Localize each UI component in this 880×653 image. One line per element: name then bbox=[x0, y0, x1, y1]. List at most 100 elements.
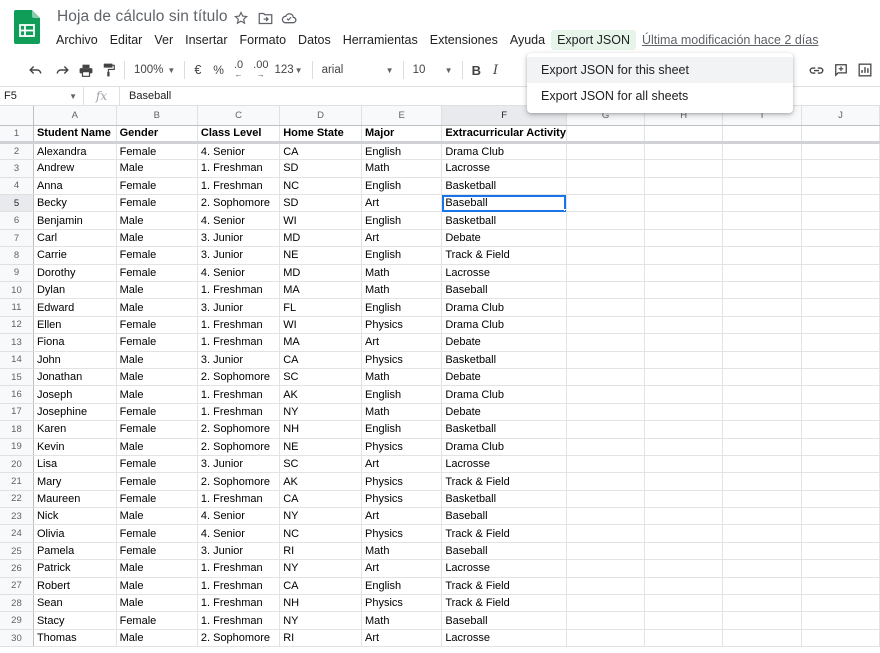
cell-g30[interactable] bbox=[566, 629, 646, 648]
cell-c11[interactable]: 3. Junior bbox=[197, 298, 281, 317]
currency-button[interactable]: € bbox=[191, 58, 204, 82]
cell-f17[interactable]: Debate bbox=[441, 403, 567, 422]
cell-a23[interactable]: Nick bbox=[33, 507, 117, 526]
cell-b2[interactable]: Female bbox=[116, 142, 198, 161]
cell-j11[interactable] bbox=[801, 298, 880, 317]
cell-d16[interactable]: AK bbox=[279, 385, 362, 404]
cell-d5[interactable]: SD bbox=[279, 194, 362, 213]
row-header[interactable]: 15 bbox=[0, 368, 34, 387]
cell-i4[interactable] bbox=[722, 177, 802, 196]
cell-g20[interactable] bbox=[566, 455, 646, 474]
cell-j20[interactable] bbox=[801, 455, 880, 474]
cell-c21[interactable]: 2. Sophomore bbox=[197, 472, 281, 491]
row-header[interactable]: 16 bbox=[0, 385, 34, 404]
cell-d15[interactable]: SC bbox=[279, 368, 362, 387]
cell-e22[interactable]: Physics bbox=[361, 490, 443, 509]
cell-a30[interactable]: Thomas bbox=[33, 629, 117, 648]
cell-d20[interactable]: SC bbox=[279, 455, 362, 474]
cell-i13[interactable] bbox=[722, 333, 802, 352]
cell-i25[interactable] bbox=[722, 542, 802, 561]
cell-j16[interactable] bbox=[801, 385, 880, 404]
cell-d7[interactable]: MD bbox=[279, 229, 362, 248]
cell-g15[interactable] bbox=[566, 368, 646, 387]
cell-j15[interactable] bbox=[801, 368, 880, 387]
cell-h10[interactable] bbox=[644, 281, 724, 300]
cell-b12[interactable]: Female bbox=[116, 316, 198, 335]
cell-a20[interactable]: Lisa bbox=[33, 455, 117, 474]
column-header-a[interactable]: A bbox=[33, 106, 117, 126]
cell-j28[interactable] bbox=[801, 594, 880, 613]
cell-b15[interactable]: Male bbox=[116, 368, 198, 387]
cell-b25[interactable]: Female bbox=[116, 542, 198, 561]
cell-f16[interactable]: Drama Club bbox=[441, 385, 567, 404]
menu-export-json[interactable]: Export JSON bbox=[551, 30, 636, 50]
cell-g25[interactable] bbox=[566, 542, 646, 561]
cell-h28[interactable] bbox=[644, 594, 724, 613]
cell-g16[interactable] bbox=[566, 385, 646, 404]
cell-c24[interactable]: 4. Senior bbox=[197, 524, 281, 543]
cell-c1[interactable]: Class Level bbox=[197, 125, 281, 144]
cell-c15[interactable]: 2. Sophomore bbox=[197, 368, 281, 387]
row-header[interactable]: 7 bbox=[0, 229, 34, 248]
cell-j7[interactable] bbox=[801, 229, 880, 248]
cell-e10[interactable]: Math bbox=[361, 281, 443, 300]
cell-d27[interactable]: CA bbox=[279, 577, 362, 596]
cell-g11[interactable] bbox=[566, 298, 646, 317]
cell-b24[interactable]: Female bbox=[116, 524, 198, 543]
cell-c14[interactable]: 3. Junior bbox=[197, 351, 281, 369]
cell-g13[interactable] bbox=[566, 333, 646, 352]
cell-e23[interactable]: Art bbox=[361, 507, 443, 526]
cell-i27[interactable] bbox=[722, 577, 802, 596]
cell-d11[interactable]: FL bbox=[279, 298, 362, 317]
cell-c9[interactable]: 4. Senior bbox=[197, 264, 281, 283]
cell-d12[interactable]: WI bbox=[279, 316, 362, 335]
cell-a22[interactable]: Maureen bbox=[33, 490, 117, 509]
cell-a28[interactable]: Sean bbox=[33, 594, 117, 613]
zoom-select[interactable]: 100% ▼ bbox=[131, 58, 178, 82]
row-header[interactable]: 1 bbox=[0, 125, 34, 144]
cell-j9[interactable] bbox=[801, 264, 880, 283]
column-header-b[interactable]: B bbox=[116, 106, 198, 126]
cell-d30[interactable]: RI bbox=[279, 629, 362, 648]
cell-h20[interactable] bbox=[644, 455, 724, 474]
cell-j10[interactable] bbox=[801, 281, 880, 300]
row-header[interactable]: 5 bbox=[0, 194, 34, 213]
cell-b26[interactable]: Male bbox=[116, 559, 198, 578]
cell-i26[interactable] bbox=[722, 559, 802, 578]
cell-h11[interactable] bbox=[644, 298, 724, 317]
cell-h7[interactable] bbox=[644, 229, 724, 248]
cell-e30[interactable]: Art bbox=[361, 629, 443, 648]
cell-h3[interactable] bbox=[644, 159, 724, 178]
cell-j26[interactable] bbox=[801, 559, 880, 578]
row-header[interactable]: 21 bbox=[0, 472, 34, 491]
cell-d29[interactable]: NY bbox=[279, 611, 362, 630]
cell-g29[interactable] bbox=[566, 611, 646, 630]
cell-g12[interactable] bbox=[566, 316, 646, 335]
cell-b7[interactable]: Male bbox=[116, 229, 198, 248]
cell-g10[interactable] bbox=[566, 281, 646, 300]
cell-j13[interactable] bbox=[801, 333, 880, 352]
cell-b11[interactable]: Male bbox=[116, 298, 198, 317]
cell-g3[interactable] bbox=[566, 159, 646, 178]
cell-b30[interactable]: Male bbox=[116, 629, 198, 648]
cell-a10[interactable]: Dylan bbox=[33, 281, 117, 300]
cell-f28[interactable]: Track & Field bbox=[441, 594, 567, 613]
cell-i15[interactable] bbox=[722, 368, 802, 387]
cell-j6[interactable] bbox=[801, 211, 880, 230]
cell-f14[interactable]: Basketball bbox=[441, 351, 567, 369]
cell-a16[interactable]: Joseph bbox=[33, 385, 117, 404]
cell-b13[interactable]: Female bbox=[116, 333, 198, 352]
cell-b5[interactable]: Female bbox=[116, 194, 198, 213]
cell-b10[interactable]: Male bbox=[116, 281, 198, 300]
cell-j4[interactable] bbox=[801, 177, 880, 196]
cell-h8[interactable] bbox=[644, 246, 724, 265]
row-header[interactable]: 4 bbox=[0, 177, 34, 196]
cell-h18[interactable] bbox=[644, 420, 724, 439]
cloud-status-icon[interactable] bbox=[281, 10, 297, 26]
cell-f9[interactable]: Lacrosse bbox=[441, 264, 567, 283]
cell-h26[interactable] bbox=[644, 559, 724, 578]
cell-e11[interactable]: English bbox=[361, 298, 443, 317]
cell-g26[interactable] bbox=[566, 559, 646, 578]
cell-a25[interactable]: Pamela bbox=[33, 542, 117, 561]
star-icon[interactable] bbox=[233, 10, 249, 26]
